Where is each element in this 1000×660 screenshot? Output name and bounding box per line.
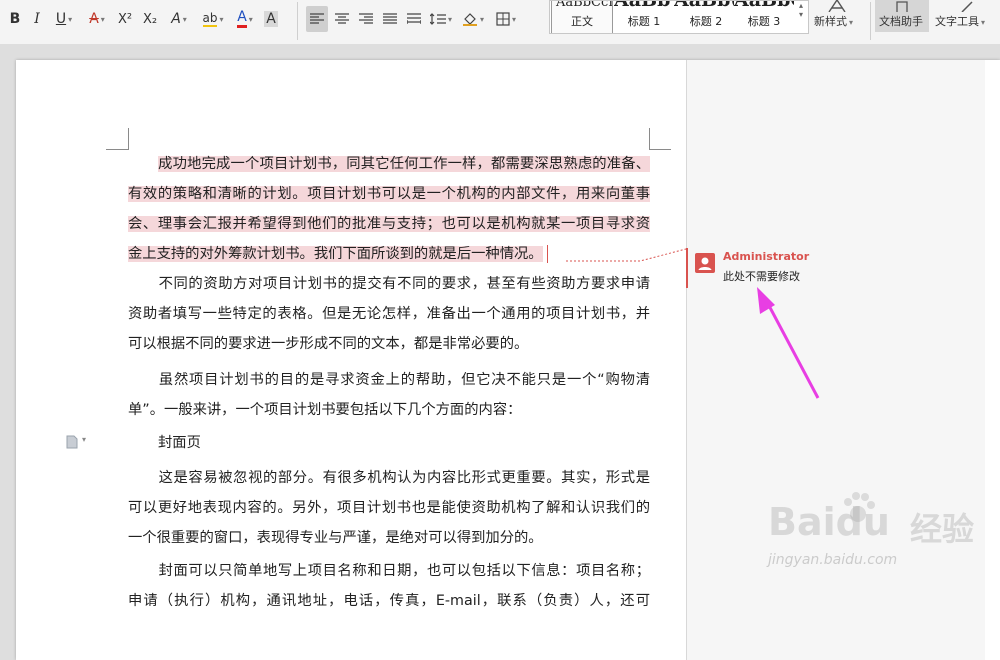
user-avatar-icon [695, 253, 715, 273]
paw-logo-icon [844, 492, 875, 522]
user-icon [698, 257, 712, 270]
baidu-watermark: Baidu 经验 jingyan.baidu.com [760, 480, 1000, 599]
watermark-product: 经验 [910, 510, 975, 548]
comment-card[interactable]: Administrator 此处不需要修改 [686, 248, 984, 288]
comment-author: Administrator [723, 250, 810, 263]
watermark-url: jingyan.baidu.com [768, 552, 898, 568]
comment-text[interactable]: 此处不需要修改 [723, 268, 800, 284]
pointer-arrow-shaft [764, 299, 820, 399]
comment-connector-line [566, 248, 687, 262]
comment-accent-bar [686, 248, 688, 288]
